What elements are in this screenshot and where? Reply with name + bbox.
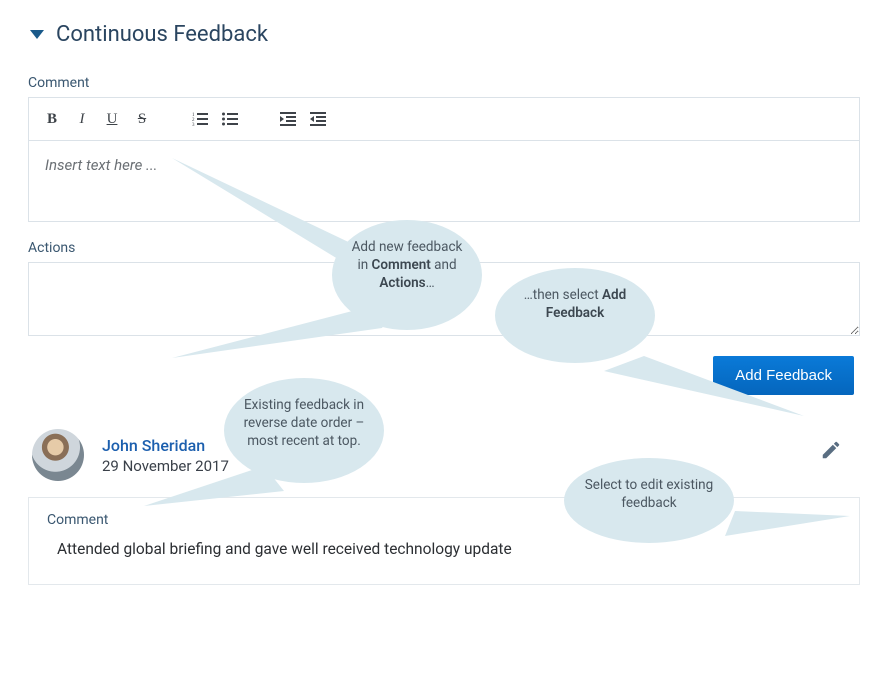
- pencil-icon: [820, 439, 842, 461]
- editor-placeholder: Insert text here ...: [45, 156, 158, 174]
- indent-icon: [310, 112, 326, 126]
- underline-button[interactable]: U: [99, 106, 125, 132]
- annotation-bubble: Select to edit existing feedback: [564, 458, 734, 543]
- outdent-icon: [280, 112, 296, 126]
- feedback-comment-text: Attended global briefing and gave well r…: [47, 540, 841, 558]
- annotation-bubble: Existing feedback in reverse date order …: [224, 378, 384, 483]
- annotation-bubble: Add new feedback in Comment and Actions…: [332, 220, 482, 330]
- bold-button[interactable]: B: [39, 106, 65, 132]
- annotation-bubble: …then select Add Feedback: [495, 268, 655, 363]
- indent-button[interactable]: [305, 106, 331, 132]
- italic-button[interactable]: I: [69, 106, 95, 132]
- editor-toolbar: B I U S 123: [29, 98, 859, 141]
- outdent-button[interactable]: [275, 106, 301, 132]
- comment-label: Comment: [28, 75, 860, 91]
- unordered-list-button[interactable]: [217, 106, 243, 132]
- svg-text:3: 3: [192, 123, 195, 126]
- strikethrough-button[interactable]: S: [129, 106, 155, 132]
- edit-feedback-button[interactable]: [820, 439, 846, 465]
- comment-editor: B I U S 123 Insert text here ...: [28, 97, 860, 222]
- chevron-down-icon: [30, 30, 44, 39]
- ordered-list-button[interactable]: 123: [187, 106, 213, 132]
- comment-textarea[interactable]: Insert text here ...: [29, 141, 859, 221]
- feedback-date: 29 November 2017: [102, 457, 229, 475]
- page-title: Continuous Feedback: [56, 22, 268, 47]
- add-feedback-button[interactable]: Add Feedback: [713, 356, 854, 395]
- avatar: [32, 429, 84, 481]
- feedback-body: Comment Attended global briefing and gav…: [28, 497, 860, 585]
- unordered-list-icon: [222, 112, 238, 126]
- section-header[interactable]: Continuous Feedback: [28, 22, 860, 47]
- ordered-list-icon: 123: [192, 112, 208, 126]
- feedback-author[interactable]: John Sheridan: [102, 436, 229, 455]
